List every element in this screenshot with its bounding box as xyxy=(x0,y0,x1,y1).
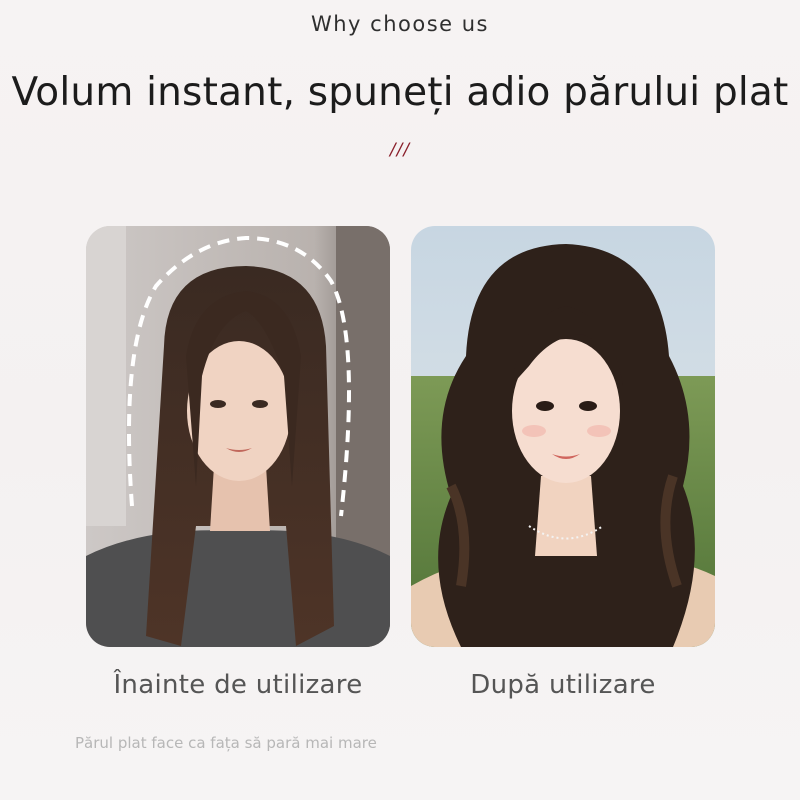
portrait-flat-hair-icon xyxy=(86,226,390,647)
page-headline: Volum instant, spuneți adio părului plat xyxy=(11,70,789,115)
section-eyebrow: Why choose us xyxy=(310,12,489,36)
portrait-voluminous-hair-icon xyxy=(411,226,715,647)
before-caption: Înainte de utilizare xyxy=(113,670,363,700)
after-caption: După utilizare xyxy=(470,670,656,700)
decorative-slashes: /// xyxy=(389,140,411,160)
after-photo xyxy=(411,226,715,647)
before-photo xyxy=(86,226,390,647)
footnote: Părul plat face ca fața să pară mai mare xyxy=(75,734,377,752)
